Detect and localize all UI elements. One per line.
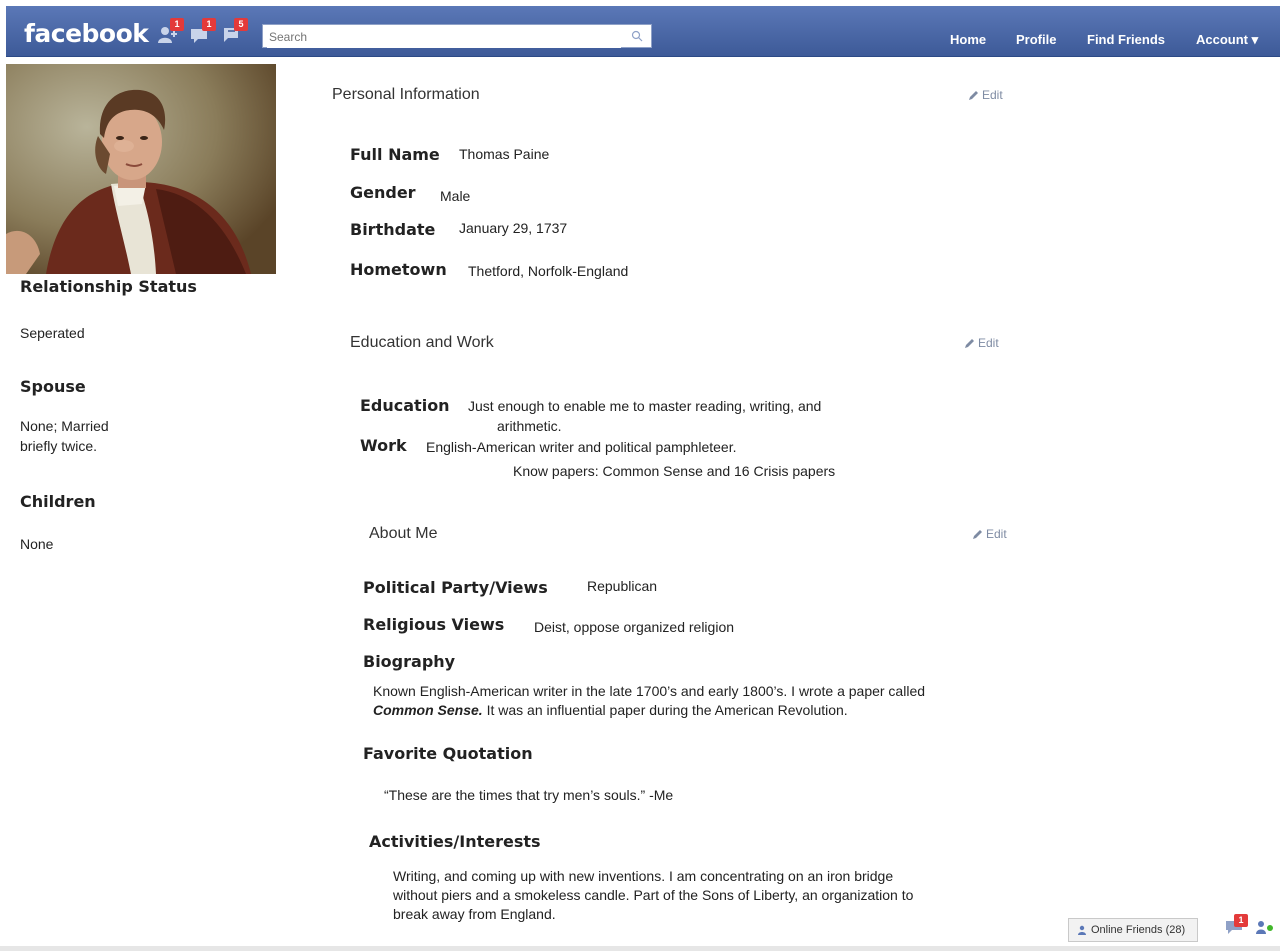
pencil-icon (964, 338, 975, 352)
status-online-icon[interactable] (1256, 920, 1274, 939)
biography-line2: Common Sense. It was an influential pape… (373, 701, 1053, 720)
biography-line1: Known English-American writer in the lat… (373, 683, 926, 699)
quotation-label: Favorite Quotation (363, 744, 533, 763)
work-value-line1: English-American writer and political pa… (426, 439, 737, 455)
online-friends-button[interactable]: Online Friends (28) (1068, 918, 1198, 942)
full-name-label: Full Name (350, 145, 440, 164)
edit-label: Edit (982, 88, 1003, 102)
online-friends-icon (1077, 921, 1087, 943)
spouse-value-line1: None; Married (20, 418, 109, 434)
online-friends-label: Online Friends (28) (1091, 924, 1186, 936)
activities-line3: break away from England. (393, 906, 556, 922)
biography-italic: Common Sense. (373, 702, 483, 718)
nav-profile[interactable]: Profile (1016, 32, 1056, 47)
personal-info-title: Personal Information (332, 86, 480, 103)
messages-icon[interactable]: 1 (188, 18, 216, 46)
relationship-heading: Relationship Status (20, 277, 197, 296)
pencil-icon (968, 90, 979, 104)
spouse-heading: Spouse (20, 377, 86, 396)
notifications-badge: 5 (234, 18, 248, 31)
friend-requests-badge: 1 (170, 18, 184, 31)
work-label: Work (360, 436, 407, 455)
edit-label: Edit (978, 336, 999, 350)
gender-label: Gender (350, 183, 416, 202)
nav-home[interactable]: Home (950, 32, 986, 47)
education-work-title: Education and Work (350, 334, 494, 351)
blue-header: facebook 1 1 5 Home Profile Find Friends… (6, 6, 1280, 57)
education-label: Education (360, 396, 450, 415)
messages-badge: 1 (202, 18, 216, 31)
work-value-line2: Know papers: Common Sense and 16 Crisis … (513, 463, 836, 479)
portrait-image (6, 64, 276, 274)
activities-line1: Writing, and coming up with new inventio… (393, 868, 894, 884)
about-edit-link[interactable]: Edit (972, 527, 1007, 543)
political-value: Republican (587, 578, 658, 594)
search-icon[interactable] (631, 29, 643, 47)
birthdate-value: January 29, 1737 (459, 220, 568, 236)
hometown-value: Thetford, Norfolk-England (468, 263, 629, 279)
page-bottom-edge (0, 946, 1280, 951)
relationship-value: Seperated (20, 325, 85, 341)
religious-label: Religious Views (363, 615, 505, 634)
nav-account[interactable]: Account ▾ (1196, 32, 1258, 48)
biography-label: Biography (363, 652, 456, 671)
facebook-logo[interactable]: facebook (24, 19, 149, 48)
spouse-value-line2: briefly twice. (20, 438, 98, 454)
biography-line2-rest: It was an influential paper during the A… (482, 702, 848, 718)
nav-find-friends[interactable]: Find Friends (1087, 32, 1165, 47)
chat-badge: 1 (1234, 914, 1248, 927)
quotation-value: “These are the times that try men’s soul… (384, 787, 674, 803)
notifications-icon[interactable]: 5 (220, 18, 248, 46)
education-edit-link[interactable]: Edit (964, 336, 999, 352)
activities-line2: without piers and a smokeless candle. Pa… (393, 887, 914, 903)
pencil-icon (972, 529, 983, 543)
friend-requests-icon[interactable]: 1 (156, 18, 184, 46)
chat-tray[interactable]: 1 (1212, 912, 1280, 942)
hometown-label: Hometown (350, 260, 447, 279)
children-value: None (20, 536, 54, 552)
children-heading: Children (20, 492, 96, 511)
top-bar: facebook 1 1 5 Home Profile Find Friends… (0, 0, 1280, 62)
edit-label: Edit (986, 527, 1007, 541)
activities-label: Activities/Interests (369, 832, 541, 851)
religious-value: Deist, oppose organized religion (534, 619, 735, 635)
full-name-value: Thomas Paine (459, 146, 550, 162)
about-me-title: About Me (369, 525, 438, 542)
birthdate-label: Birthdate (350, 220, 436, 239)
search-input[interactable] (267, 26, 621, 48)
education-value-line2: arithmetic. (497, 418, 562, 434)
political-label: Political Party/Views (363, 578, 548, 597)
activities-text: Writing, and coming up with new inventio… (393, 867, 1053, 924)
gender-value: Male (440, 188, 471, 204)
chat-icon[interactable]: 1 (1224, 914, 1248, 941)
profile-photo[interactable] (6, 64, 276, 274)
personal-edit-link[interactable]: Edit (968, 88, 1003, 104)
search-box (262, 24, 652, 48)
education-value-line1: Just enough to enable me to master readi… (468, 398, 822, 414)
biography-text: Known English-American writer in the lat… (373, 682, 1053, 720)
